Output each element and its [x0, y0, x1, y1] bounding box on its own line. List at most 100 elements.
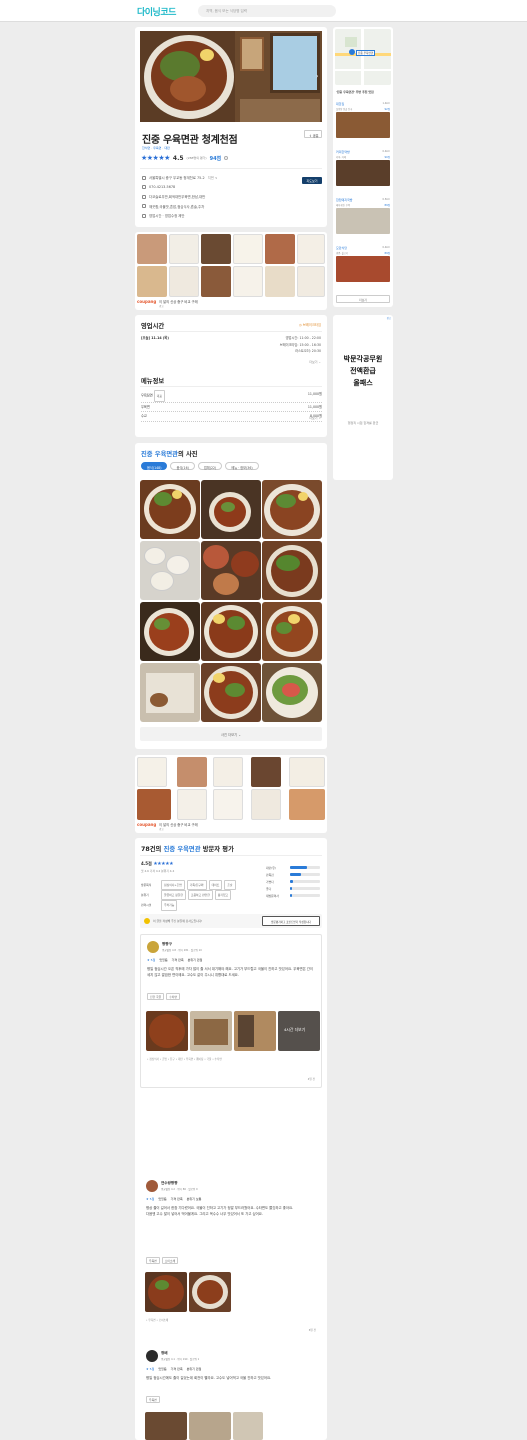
sidebar-ad[interactable]: 광고 박문각공무원 전액환급 올패스 행정직 시험 합격률 환급 [333, 315, 393, 480]
food-photo[interactable] [262, 663, 322, 722]
summary-bar-label: 좋다 [266, 886, 272, 891]
search-input[interactable]: 지역, 음식 또는 식당명 입력 [198, 5, 336, 17]
review-photo-more[interactable]: 4시간 더보기 [278, 1011, 320, 1051]
hours-more[interactable]: 더보기 ⌄ [309, 360, 321, 364]
info-icon[interactable] [224, 156, 229, 160]
review-photo[interactable] [234, 1011, 276, 1051]
review-author[interactable]: 정배 [161, 1351, 168, 1356]
reco-name[interactable]: 대한집 [336, 102, 344, 106]
avatar[interactable] [146, 1180, 158, 1192]
reco-more-button[interactable]: 더보기 [336, 295, 390, 303]
reco-photo[interactable] [336, 256, 390, 282]
food-photo[interactable] [201, 480, 261, 539]
map-label: 진중 우육면관 [356, 50, 376, 56]
coupang-ad[interactable]: coupang 이 달의 신상 중구 비교 구매 광고 [135, 232, 327, 310]
hours-status-text[interactable]: 영업시간 · 영업수정 제안 [149, 213, 185, 218]
review-photo[interactable] [145, 1412, 187, 1440]
menu-item: 수교 8,000원 [141, 412, 322, 422]
reco-photo[interactable] [336, 208, 390, 234]
review-tag: 데이트 [208, 880, 223, 891]
avatar[interactable] [146, 1350, 158, 1362]
keywords-row: 깨끗함,국물맛,혼밥,점심식사,혼술,주차 [142, 202, 322, 212]
review-rating-value: 5점 [149, 1197, 155, 1201]
avatar[interactable] [147, 941, 159, 953]
menu-more[interactable]: 더보기 ⌄ [309, 416, 321, 420]
ad-image-grid[interactable] [137, 234, 325, 297]
review-badge: 분위기 만점 [186, 1367, 202, 1371]
ad-mark: 광고 [159, 828, 164, 831]
review-photo[interactable] [189, 1412, 231, 1440]
review-photo[interactable] [233, 1412, 263, 1440]
review-date: 4일 전 [307, 1078, 315, 1081]
review-tag: 조용하고 편안한 [187, 890, 213, 901]
review-photo[interactable] [145, 1272, 187, 1312]
food-photo[interactable] [262, 480, 322, 539]
reco-item[interactable]: 대한집 1.4km 설렁탕 전골 진국 92점 [336, 102, 390, 148]
review-author[interactable]: 연수랑짱짱 [161, 1181, 178, 1186]
category-item[interactable]: 우육면 [153, 146, 161, 150]
tab-food[interactable]: 음식(148) [141, 462, 168, 470]
ad-image-grid[interactable] [137, 757, 325, 820]
mini-map[interactable]: 진중 우육면관 [335, 29, 391, 85]
site-logo[interactable]: 다이닝코드 [137, 5, 176, 18]
tag-row: 방문목적 점심식사+혼밥 가족/친구와 데이트 혼술 [141, 880, 238, 891]
review-score-value: 4.5점 [141, 861, 152, 866]
review-item: 짱짱구 평균별점 4.8 · 평가 281 · 팔로워 10 ★ 5점 맛있음 가격… [140, 934, 322, 1088]
hours-today: [오늘] 11.14 (목) [141, 336, 169, 340]
location-pin-icon [142, 175, 146, 180]
reco-item[interactable]: 합천돼지국밥 0.5km 돼지국밥, 수육 89점 [336, 198, 390, 244]
reco-photo[interactable] [336, 112, 390, 138]
menu-item: 우육탕면 대표 11,000원 [141, 390, 322, 403]
review-author[interactable]: 짱짱구 [162, 942, 172, 947]
summary-bar-row: 만족감 [266, 871, 322, 878]
reco-name[interactable]: 모란식당 [336, 246, 347, 250]
share-button[interactable]: ⇪ 공유 [304, 130, 322, 138]
review-badge: 가격 만족 [170, 1197, 183, 1201]
review-tag-table: 방문목적 점심식사+혼밥 가족/친구와 데이트 혼술 분위기 깔끔하고 정갈한 조용하고 편… [141, 880, 238, 911]
review-photo[interactable] [146, 1011, 188, 1051]
menu-item-price: 11,000원 [307, 404, 322, 409]
rating-count: (288명의 평가) [186, 156, 207, 160]
tab-place[interactable]: 업체(22) [197, 462, 223, 470]
category-item[interactable]: 대만 [164, 146, 170, 150]
food-photo[interactable] [201, 602, 261, 661]
coupang-ad-2[interactable]: coupang 이 달의 신상 중구 비교 구매 광고 [135, 755, 327, 833]
reco-item[interactable]: 모란식당 0.4km 냉면, 불고기 89점 [336, 246, 390, 292]
review-photo[interactable] [190, 1011, 232, 1051]
review-photo[interactable] [189, 1272, 231, 1312]
food-photo[interactable] [140, 663, 200, 722]
reco-item[interactable]: 커피한약방 0.4km 커피, 카페 90점 [336, 150, 390, 196]
review-text: 평일 점심시간에도 줄이 길었는데 회전이 빨라요. 고수도 넣어먹고 국물 진… [146, 1376, 272, 1380]
summary-bar-fill [290, 887, 292, 890]
summary-bar-label: 가볍다 [266, 879, 274, 884]
phone-text[interactable]: 070-4213-5678 [149, 185, 175, 189]
tab-menu-info[interactable]: 메뉴 · 정보(36) [225, 462, 259, 470]
address-more[interactable]: 지번 ∨ [208, 175, 218, 180]
food-photo[interactable] [140, 480, 200, 539]
photos-more-button[interactable]: 사진 더보기 ⌄ [140, 727, 322, 741]
review-author-meta: 평균별점 4.8 · 평가 281 · 팔로워 10 [162, 949, 202, 952]
reco-distance: 1.4km [382, 102, 390, 105]
review-tag: 가족/친구와 [186, 880, 207, 891]
map-button[interactable]: 지도보기 [302, 177, 322, 184]
menu-badge: 대표 [153, 390, 165, 402]
reco-name[interactable]: 커피한약방 [336, 150, 350, 154]
food-photo[interactable] [262, 602, 322, 661]
food-photo[interactable] [262, 541, 322, 600]
category-item[interactable]: 한식면 [142, 146, 150, 150]
food-photo[interactable] [201, 541, 261, 600]
restaurant-card: › 진중 우육면관 청계천점 ⇪ 공유 한식면 · 우육면 · 대만 ★★★★★… [135, 27, 327, 227]
hero-photo[interactable]: › [140, 31, 322, 122]
ad-subtext: 행정직 시험 합격률 환급 [347, 421, 379, 425]
write-review-button[interactable]: 방문평가하고 포인트받기 작성합니다 [262, 916, 320, 926]
reco-name[interactable]: 합천돼지국밥 [336, 198, 353, 202]
summary-bar-fill [290, 880, 293, 883]
reco-distance: 0.5km [382, 198, 390, 201]
food-photo[interactable] [140, 602, 200, 661]
reco-photo[interactable] [336, 160, 390, 186]
category-list: 한식면 · 우육면 · 대만 [142, 146, 170, 150]
food-photo[interactable] [140, 541, 200, 600]
next-arrow-icon[interactable]: › [316, 73, 320, 80]
tab-food-2[interactable]: 음식(16) [170, 462, 195, 470]
food-photo[interactable] [201, 663, 261, 722]
